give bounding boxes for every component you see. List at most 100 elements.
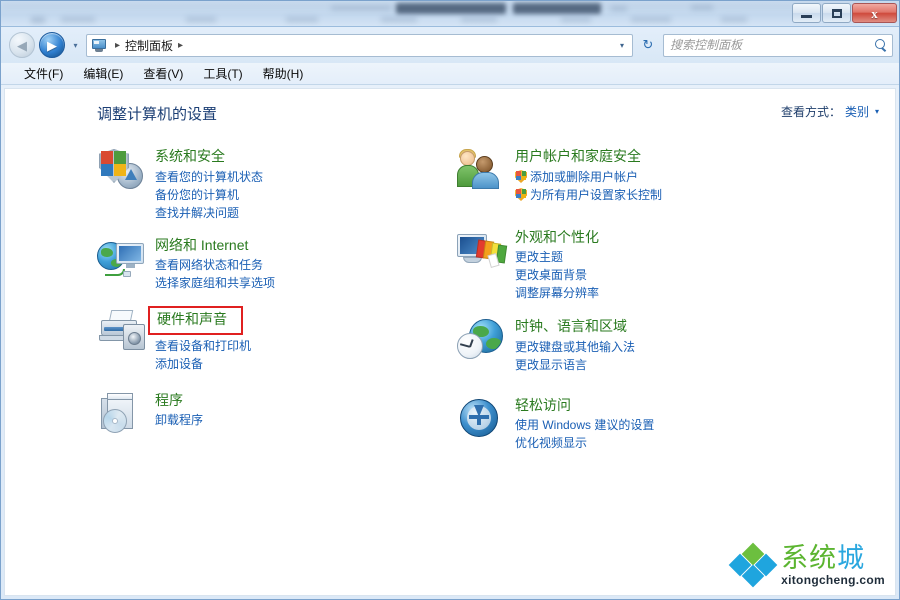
security-shield-icon	[97, 147, 149, 195]
glass-blur-text	[31, 17, 45, 23]
category-appearance-and-personalization[interactable]: 外观和个性化 更改主题 更改桌面背景 调整屏幕分辨率	[457, 228, 797, 303]
category-link[interactable]: 查找并解决问题	[155, 204, 427, 222]
category-link[interactable]: 查看网络状态和任务	[155, 256, 427, 274]
appearance-personalization-icon	[457, 228, 509, 276]
category-title[interactable]: 外观和个性化	[515, 229, 599, 247]
category-link-label: 优化视频显示	[515, 436, 588, 450]
category-title[interactable]: 用户帐户和家庭安全	[515, 148, 641, 166]
category-link-label: 调整屏幕分辨率	[515, 286, 600, 300]
page-header: 调整计算机的设置 查看方式： 类别 ▾	[97, 103, 879, 124]
category-link-label: 添加设备	[155, 356, 204, 371]
category-link[interactable]: 优化视频显示	[515, 434, 797, 452]
minimize-icon	[801, 14, 812, 18]
view-by-label: 查看方式：	[780, 105, 841, 119]
site-watermark: 系统城 xitongcheng.com	[728, 542, 885, 588]
category-link[interactable]: 选择家庭组和共享选项	[155, 274, 427, 292]
category-link[interactable]: 备份您的计算机	[155, 186, 427, 204]
printer-hardware-icon	[97, 308, 149, 356]
navigation-toolbar: ◀ ▶ ▾ ▸ 控制面板 ▸ ▾ ↻	[1, 27, 899, 63]
glass-blur-text	[561, 17, 591, 22]
breadcrumb-item-control-panel[interactable]: 控制面板	[125, 37, 173, 54]
menu-item-edit[interactable]: 编辑(E)	[74, 63, 132, 84]
close-icon: x	[871, 5, 878, 21]
category-link-label: 选择家庭组和共享选项	[155, 276, 276, 290]
category-user-accounts-and-family-safety[interactable]: 用户帐户和家庭安全 添加或删除用户帐户 为所有用户设置家长控制	[457, 147, 797, 204]
glass-blur-text	[396, 3, 506, 14]
clock-language-region-icon	[457, 317, 509, 365]
category-link[interactable]: 为所有用户设置家长控制	[515, 186, 797, 204]
menu-item-tools[interactable]: 工具(T)	[194, 63, 251, 84]
back-button[interactable]: ◀	[9, 32, 35, 58]
view-by-value[interactable]: 类别	[845, 103, 869, 120]
category-title[interactable]: 程序	[155, 392, 183, 410]
category-link[interactable]: 更改主题	[515, 248, 797, 266]
category-title-highlighted[interactable]: 硬件和声音	[148, 306, 243, 335]
content-area: 调整计算机的设置 查看方式： 类别 ▾ 系统和安全 查看您的计算机状态 备份您的…	[4, 88, 896, 596]
chevron-down-icon[interactable]: ▾	[875, 107, 879, 116]
recent-pages-button[interactable]: ▾	[69, 32, 82, 58]
category-clock-language-and-region[interactable]: 时钟、语言和区域 更改键盘或其他输入法 更改显示语言	[457, 317, 797, 374]
uac-shield-icon	[515, 188, 527, 201]
chevron-down-icon: ▾	[73, 40, 78, 50]
category-title[interactable]: 时钟、语言和区域	[515, 318, 627, 336]
title-bar[interactable]: x	[1, 1, 899, 27]
category-link[interactable]: 调整屏幕分辨率	[515, 284, 797, 302]
category-title[interactable]: 系统和安全	[155, 148, 225, 166]
category-link[interactable]: 查看设备和打印机	[155, 337, 427, 355]
category-title[interactable]: 网络和 Internet	[155, 237, 248, 255]
search-input[interactable]	[670, 38, 875, 52]
glass-blur-text	[513, 3, 601, 14]
close-button[interactable]: x	[852, 3, 897, 23]
glass-blur-text	[461, 17, 497, 22]
glass-blur-text	[721, 17, 747, 22]
refresh-button[interactable]: ↻	[637, 34, 659, 57]
category-link[interactable]: 卸载程序	[155, 411, 427, 429]
glass-blur-text	[631, 17, 671, 22]
maximize-icon	[831, 8, 842, 18]
address-bar[interactable]: ▸ 控制面板 ▸ ▾	[86, 33, 633, 57]
diamond-logo-icon	[728, 542, 778, 588]
maximize-button[interactable]	[822, 3, 851, 23]
glass-blur-text	[691, 5, 713, 10]
menu-item-view[interactable]: 查看(V)	[134, 63, 192, 84]
breadcrumb-separator[interactable]: ▸	[173, 40, 188, 51]
glass-blur-text	[611, 6, 627, 11]
address-dropdown-icon[interactable]: ▾	[614, 41, 630, 50]
menu-item-help[interactable]: 帮助(H)	[254, 63, 313, 84]
category-link-label: 卸载程序	[155, 413, 204, 427]
window-controls[interactable]: x	[792, 3, 897, 23]
category-system-and-security[interactable]: 系统和安全 查看您的计算机状态 备份您的计算机 查找并解决问题	[97, 147, 427, 222]
watermark-name: 系统城	[781, 545, 885, 572]
category-link[interactable]: 更改显示语言	[515, 356, 797, 374]
category-link-label: 查看设备和打印机	[155, 338, 252, 353]
refresh-icon: ↻	[642, 37, 654, 52]
category-title[interactable]: 轻松访问	[515, 397, 571, 415]
category-link[interactable]: 查看您的计算机状态	[155, 168, 427, 186]
glass-blur-text	[186, 17, 216, 22]
programs-box-icon	[97, 391, 149, 439]
category-link[interactable]: 添加设备	[155, 355, 427, 373]
category-link[interactable]: 使用 Windows 建议的设置	[515, 416, 797, 434]
category-link-label: 查看网络状态和任务	[155, 258, 264, 272]
forward-arrow-icon: ▶	[47, 37, 57, 53]
watermark-name-part1: 系统	[781, 543, 838, 574]
category-link-label: 更改桌面背景	[515, 268, 588, 282]
category-link[interactable]: 更改键盘或其他输入法	[515, 338, 797, 356]
category-link[interactable]: 添加或删除用户帐户	[515, 168, 797, 186]
category-network-and-internet[interactable]: 网络和 Internet 查看网络状态和任务 选择家庭组和共享选项	[97, 236, 427, 293]
glass-blur-text	[61, 17, 95, 22]
category-link-label: 为所有用户设置家长控制	[530, 187, 663, 202]
category-ease-of-access[interactable]: 轻松访问 使用 Windows 建议的设置 优化视频显示	[457, 396, 797, 453]
category-link-label: 查找并解决问题	[155, 205, 240, 220]
forward-button[interactable]: ▶	[39, 32, 65, 58]
category-programs[interactable]: 程序 卸载程序	[97, 391, 427, 439]
category-link-label: 使用 Windows 建议的设置	[515, 418, 655, 432]
minimize-button[interactable]	[792, 3, 821, 23]
category-link-label: 查看您的计算机状态	[155, 169, 264, 184]
category-hardware-and-sound[interactable]: 硬件和声音 查看设备和打印机 添加设备	[97, 306, 427, 373]
search-box[interactable]	[663, 33, 893, 57]
category-link[interactable]: 更改桌面背景	[515, 266, 797, 284]
menu-item-file[interactable]: 文件(F)	[15, 63, 72, 84]
view-by-control[interactable]: 查看方式： 类别 ▾	[781, 103, 879, 120]
ease-of-access-icon	[457, 396, 509, 444]
